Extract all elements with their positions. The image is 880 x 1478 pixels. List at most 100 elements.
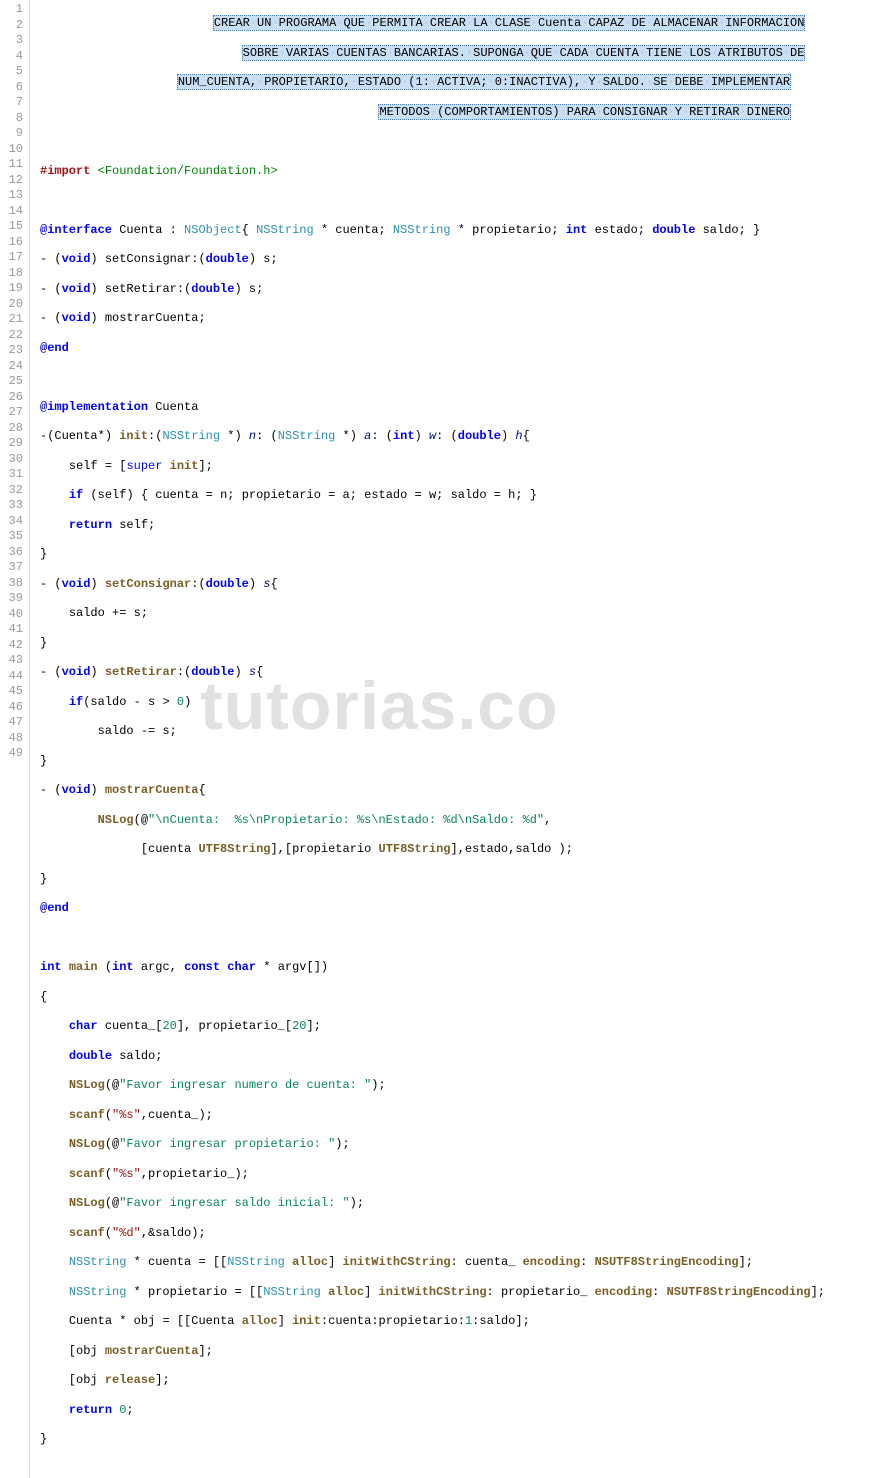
code-line[interactable]: scanf("%d",&saldo); xyxy=(40,1226,880,1242)
code-line[interactable]: NUM_CUENTA,·PROPIETARIO,·ESTADO·(1:·ACTI… xyxy=(40,75,880,91)
code-line[interactable]: @interface Cuenta : NSObject{ NSString *… xyxy=(40,223,880,239)
line-number: 45 xyxy=(2,684,23,700)
line-number: 48 xyxy=(2,731,23,747)
line-number: 12 xyxy=(2,173,23,189)
code-line[interactable]: - (void) mostrarCuenta; xyxy=(40,311,880,327)
code-line[interactable]: SOBRE·VARIAS·CUENTAS·BANCARIAS.·SUPONGA·… xyxy=(40,46,880,62)
code-area[interactable]: CREAR·UN·PROGRAMA·QUE·PERMITA·CREAR·LA·C… xyxy=(30,0,880,1478)
line-number: 3 xyxy=(2,33,23,49)
line-number: 11 xyxy=(2,157,23,173)
line-number: 24 xyxy=(2,359,23,375)
line-number: 21 xyxy=(2,312,23,328)
line-number: 47 xyxy=(2,715,23,731)
line-number: 10 xyxy=(2,142,23,158)
code-line[interactable]: } xyxy=(40,547,880,563)
line-number: 29 xyxy=(2,436,23,452)
line-number: 34 xyxy=(2,514,23,530)
code-line[interactable]: return self; xyxy=(40,518,880,534)
code-line[interactable]: - (void) setRetirar:(double) s; xyxy=(40,282,880,298)
code-line[interactable]: saldo += s; xyxy=(40,606,880,622)
code-line[interactable]: NSLog(@"Favor ingresar propietario: "); xyxy=(40,1137,880,1153)
code-line[interactable]: NSLog(@"Favor ingresar numero de cuenta:… xyxy=(40,1078,880,1094)
code-line[interactable]: } xyxy=(40,636,880,652)
code-line[interactable]: scanf("%s",propietario_); xyxy=(40,1167,880,1183)
code-line[interactable]: NSLog(@"\nCuenta: %s\nPropietario: %s\nE… xyxy=(40,813,880,829)
code-line[interactable]: Cuenta * obj = [[Cuenta alloc] init:cuen… xyxy=(40,1314,880,1330)
line-number: 42 xyxy=(2,638,23,654)
code-line[interactable]: CREAR·UN·PROGRAMA·QUE·PERMITA·CREAR·LA·C… xyxy=(40,16,880,32)
code-line[interactable]: saldo -= s; xyxy=(40,724,880,740)
code-line[interactable]: scanf("%s",cuenta_); xyxy=(40,1108,880,1124)
line-number: 40 xyxy=(2,607,23,623)
highlighted-text: SOBRE·VARIAS·CUENTAS·BANCARIAS.·SUPONGA·… xyxy=(242,45,806,61)
code-line[interactable]: } xyxy=(40,872,880,888)
line-number: 28 xyxy=(2,421,23,437)
line-number: 39 xyxy=(2,591,23,607)
line-number: 6 xyxy=(2,80,23,96)
code-line[interactable]: NSString * propietario = [[NSString allo… xyxy=(40,1285,880,1301)
code-line[interactable] xyxy=(40,370,880,386)
code-line[interactable]: double saldo; xyxy=(40,1049,880,1065)
line-number: 31 xyxy=(2,467,23,483)
code-line[interactable] xyxy=(40,931,880,947)
code-line[interactable]: - (void) setRetirar:(double) s{ xyxy=(40,665,880,681)
line-number: 41 xyxy=(2,622,23,638)
highlighted-text: METODOS·(COMPORTAMIENTOS)·PARA·CONSIGNAR… xyxy=(378,104,791,120)
line-number: 27 xyxy=(2,405,23,421)
highlighted-text: CREAR·UN·PROGRAMA·QUE·PERMITA·CREAR·LA·C… xyxy=(213,15,806,31)
code-line[interactable]: [obj mostrarCuenta]; xyxy=(40,1344,880,1360)
line-number: 23 xyxy=(2,343,23,359)
code-line[interactable] xyxy=(40,193,880,209)
code-line[interactable]: - (void) setConsignar:(double) s{ xyxy=(40,577,880,593)
line-number: 7 xyxy=(2,95,23,111)
line-number: 46 xyxy=(2,700,23,716)
code-line[interactable]: - (void) setConsignar:(double) s; xyxy=(40,252,880,268)
line-number: 33 xyxy=(2,498,23,514)
line-number: 5 xyxy=(2,64,23,80)
code-line[interactable]: - (void) mostrarCuenta{ xyxy=(40,783,880,799)
line-number: 8 xyxy=(2,111,23,127)
line-number: 19 xyxy=(2,281,23,297)
code-line[interactable]: @implementation Cuenta xyxy=(40,400,880,416)
code-line[interactable]: if (self) { cuenta = n; propietario = a;… xyxy=(40,488,880,504)
code-line[interactable]: } xyxy=(40,1432,880,1448)
code-line[interactable]: NSString * cuenta = [[NSString alloc] in… xyxy=(40,1255,880,1271)
line-number: 1 xyxy=(2,2,23,18)
code-line[interactable]: @end xyxy=(40,901,880,917)
line-number: 37 xyxy=(2,560,23,576)
code-line[interactable]: NSLog(@"Favor ingresar saldo inicial: ")… xyxy=(40,1196,880,1212)
code-line[interactable]: [cuenta UTF8String],[propietario UTF8Str… xyxy=(40,842,880,858)
code-line[interactable]: -(Cuenta*) init:(NSString *) n: (NSStrin… xyxy=(40,429,880,445)
line-number: 30 xyxy=(2,452,23,468)
line-number: 43 xyxy=(2,653,23,669)
code-editor[interactable]: 1234567891011121314151617181920212223242… xyxy=(0,0,880,1478)
code-line[interactable]: char cuenta_[20], propietario_[20]; xyxy=(40,1019,880,1035)
line-number: 22 xyxy=(2,328,23,344)
line-number: 4 xyxy=(2,49,23,65)
code-line[interactable] xyxy=(40,134,880,150)
line-number: 32 xyxy=(2,483,23,499)
line-number: 16 xyxy=(2,235,23,251)
code-line[interactable]: } xyxy=(40,754,880,770)
line-number: 20 xyxy=(2,297,23,313)
code-line[interactable]: return 0; xyxy=(40,1403,880,1419)
code-line[interactable]: if(saldo - s > 0) xyxy=(40,695,880,711)
line-number: 38 xyxy=(2,576,23,592)
line-number: 35 xyxy=(2,529,23,545)
code-line[interactable]: { xyxy=(40,990,880,1006)
line-number: 14 xyxy=(2,204,23,220)
highlighted-text: NUM_CUENTA,·PROPIETARIO,·ESTADO·(1:·ACTI… xyxy=(177,74,791,90)
line-number: 2 xyxy=(2,18,23,34)
line-number: 49 xyxy=(2,746,23,762)
code-line[interactable]: self = [super init]; xyxy=(40,459,880,475)
line-number: 17 xyxy=(2,250,23,266)
line-number: 18 xyxy=(2,266,23,282)
line-number: 15 xyxy=(2,219,23,235)
code-line[interactable]: @end xyxy=(40,341,880,357)
code-line[interactable]: METODOS·(COMPORTAMIENTOS)·PARA·CONSIGNAR… xyxy=(40,105,880,121)
code-line[interactable]: #import <Foundation/Foundation.h> xyxy=(40,164,880,180)
code-line[interactable]: [obj release]; xyxy=(40,1373,880,1389)
line-number: 26 xyxy=(2,390,23,406)
code-line[interactable]: int main (int argc, const char * argv[]) xyxy=(40,960,880,976)
line-number: 9 xyxy=(2,126,23,142)
